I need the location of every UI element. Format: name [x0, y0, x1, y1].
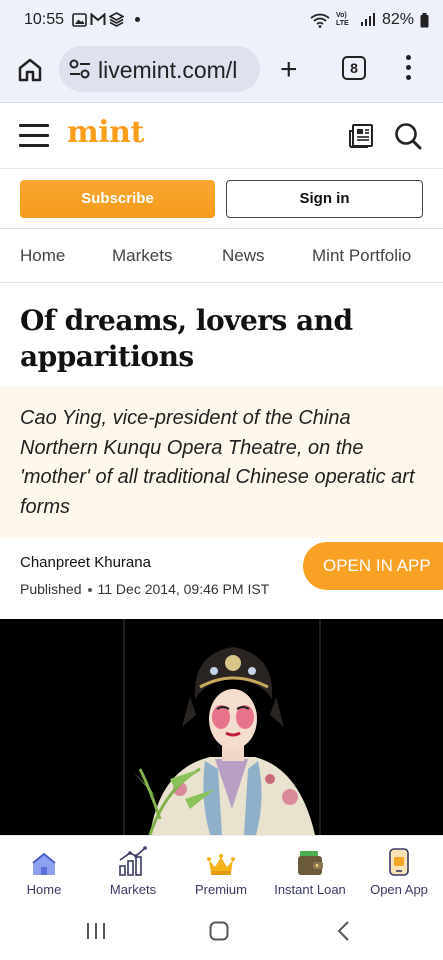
- status-bar: 10:55 Vo) LTE 82%: [0, 0, 443, 42]
- home-icon: [32, 852, 56, 875]
- auth-row: Subscribe Sign in: [0, 169, 443, 229]
- system-nav-bar: [0, 902, 443, 960]
- article-summary-box: Cao Ying, vice-president of the China No…: [0, 386, 443, 538]
- back-icon[interactable]: [336, 921, 350, 941]
- article-headline: Of dreams, lovers and apparitions: [20, 304, 353, 373]
- open-in-app-button[interactable]: OPEN IN APP: [303, 542, 443, 590]
- bottom-nav-instant-loan[interactable]: Instant Loan: [270, 836, 350, 897]
- subscribe-button[interactable]: Subscribe: [20, 180, 215, 218]
- article-photo: [0, 619, 443, 835]
- phone-app-icon: [389, 848, 409, 876]
- site-settings-icon[interactable]: [69, 59, 91, 79]
- browser-toolbar: livemint.com/l + 8: [0, 42, 443, 103]
- author-name[interactable]: Chanpreet Khurana: [20, 554, 151, 571]
- bottom-nav-premium-label: Premium: [194, 882, 247, 897]
- search-icon[interactable]: [394, 122, 422, 150]
- crown-icon: [207, 854, 235, 875]
- wallet-icon: [298, 851, 323, 875]
- recent-apps-icon[interactable]: [86, 922, 106, 940]
- bottom-nav-premium[interactable]: Premium: [190, 836, 252, 897]
- gmail-icon: [90, 13, 106, 25]
- bottom-nav-home[interactable]: Home: [17, 836, 71, 897]
- nav-item-home[interactable]: Home: [20, 246, 65, 266]
- markets-chart-icon: [119, 846, 147, 876]
- browser-home-icon[interactable]: [17, 57, 43, 83]
- published-label: Published: [20, 581, 82, 597]
- signal-icon: [360, 13, 375, 26]
- section-nav: Home Markets News Mint Portfolio: [0, 229, 443, 283]
- more-notifications-dot: [135, 17, 140, 22]
- gallery-icon: [72, 12, 87, 27]
- tab-switcher-button[interactable]: 8: [342, 56, 366, 80]
- status-right: Vo) LTE 82%: [310, 11, 429, 29]
- site-logo[interactable]: mint: [67, 115, 144, 150]
- bottom-nav-open-app-label: Open App: [370, 882, 428, 897]
- new-tab-button[interactable]: +: [280, 55, 298, 85]
- wifi-icon: [310, 13, 330, 28]
- publish-info: Published 11 Dec 2014, 09:46 PM IST: [20, 581, 269, 597]
- nav-item-markets[interactable]: Markets: [112, 246, 172, 266]
- site-header: mint: [0, 103, 443, 169]
- bottom-nav: Home Markets Premium Instant Loan Open A…: [0, 835, 443, 903]
- notification-icons: [72, 12, 140, 27]
- status-time: 10:55: [24, 11, 65, 28]
- nav-item-mint-portfolio[interactable]: Mint Portfolio: [312, 246, 411, 266]
- browser-menu-button[interactable]: [403, 55, 413, 85]
- hamburger-menu-icon[interactable]: [19, 124, 49, 147]
- bottom-nav-instant-loan-label: Instant Loan: [274, 882, 346, 897]
- sign-in-button[interactable]: Sign in: [226, 180, 423, 218]
- bottom-nav-markets-label: Markets: [109, 882, 157, 897]
- stack-icon: [109, 12, 124, 27]
- bottom-nav-home-label: Home: [26, 882, 62, 897]
- article-summary: Cao Ying, vice-president of the China No…: [20, 407, 415, 518]
- published-date: 11 Dec 2014, 09:46 PM IST: [97, 581, 270, 597]
- lte-label: Vo) LTE: [335, 12, 349, 27]
- battery-percent: 82%: [381, 11, 414, 28]
- bottom-nav-markets[interactable]: Markets: [104, 836, 162, 897]
- separator-dot: [87, 588, 92, 593]
- bottom-nav-open-app[interactable]: Open App: [366, 836, 432, 897]
- address-bar[interactable]: livemint.com/l: [59, 46, 260, 92]
- url-text[interactable]: livemint.com/l: [98, 57, 237, 84]
- opera-performer-image: [0, 619, 443, 835]
- battery-icon: [420, 12, 429, 27]
- epaper-icon[interactable]: [348, 123, 374, 149]
- home-button-icon[interactable]: [209, 921, 229, 941]
- nav-item-news[interactable]: News: [222, 246, 265, 266]
